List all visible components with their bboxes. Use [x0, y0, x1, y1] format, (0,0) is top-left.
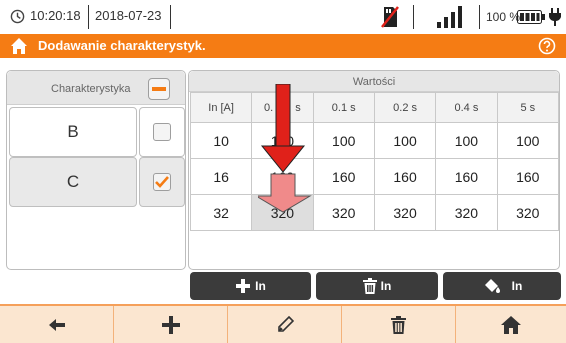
home-icon — [501, 315, 521, 334]
table-header-row: In [A] 0. s 0.1 s 0.2 s 0.4 s 5 s — [189, 92, 560, 123]
pencil-icon — [277, 315, 294, 332]
table-cell[interactable]: 160 — [373, 158, 437, 195]
char-item-c[interactable]: C — [9, 157, 185, 207]
delete-in-button[interactable]: In — [316, 272, 438, 300]
table-row: 32 320 320 320 320 320 — [189, 194, 560, 231]
column-header[interactable]: 0.2 s — [373, 92, 437, 123]
minus-icon — [152, 87, 166, 91]
status-bar: 10:20:18 2018-07-23 100 % — [0, 0, 566, 34]
values-panel: Wartości In [A] 0. s 0.1 s 0.2 s 0.4 s 5 … — [188, 70, 560, 270]
divider — [479, 5, 480, 29]
column-header[interactable]: 0.4 s — [435, 92, 498, 123]
plus-icon — [161, 315, 180, 334]
checkmark-icon — [155, 176, 169, 188]
values-header-label: Wartości — [352, 76, 396, 88]
status-time: 10:20:18 — [30, 8, 81, 23]
trash-icon — [391, 315, 406, 334]
delete-button[interactable] — [342, 306, 455, 343]
home-button[interactable] — [456, 306, 566, 343]
char-item-label[interactable]: B — [9, 107, 137, 157]
table-cell[interactable]: 320 — [312, 194, 375, 231]
fill-in-label: In — [511, 279, 523, 293]
trash-icon — [362, 278, 377, 294]
add-in-button[interactable]: In — [190, 272, 311, 300]
table-cell[interactable]: 320 — [373, 194, 437, 231]
help-icon[interactable] — [538, 37, 556, 55]
plus-icon — [236, 279, 251, 293]
battery-percent: 100 % — [486, 10, 521, 24]
annotation-arrow — [258, 84, 312, 213]
bottom-toolbar — [0, 304, 566, 343]
table-cell[interactable]: 100 — [435, 122, 498, 159]
characteristics-header: Charakterystyka — [7, 71, 185, 105]
characteristics-header-label: Charakterystyka — [51, 83, 131, 95]
table-cell[interactable]: 160 — [312, 158, 375, 195]
char-item-b[interactable]: B — [9, 107, 185, 157]
table-cell[interactable]: 100 — [312, 122, 375, 159]
home-icon[interactable] — [10, 37, 28, 55]
table-cell[interactable]: 160 — [496, 158, 560, 195]
char-item-label[interactable]: C — [9, 157, 137, 207]
divider — [88, 5, 89, 29]
fill-in-button[interactable]: In — [443, 272, 561, 300]
values-header: Wartości — [189, 71, 559, 92]
checkbox-unchecked — [153, 123, 171, 141]
page-title: Dodawanie charakterystyk. — [38, 38, 206, 53]
column-header[interactable]: 0.1 s — [312, 92, 375, 123]
paint-bucket-icon — [484, 279, 500, 293]
column-header[interactable]: 5 s — [496, 92, 560, 123]
back-button[interactable] — [0, 306, 113, 343]
divider — [413, 5, 414, 29]
char-item-checkbox[interactable] — [139, 157, 185, 207]
characteristics-panel: Charakterystyka B C — [6, 70, 186, 270]
back-icon — [48, 318, 65, 331]
table-cell[interactable]: 16 — [189, 158, 253, 195]
values-table: In [A] 0. s 0.1 s 0.2 s 0.4 s 5 s 10 100 … — [189, 92, 560, 231]
table-cell[interactable]: 100 — [496, 122, 560, 159]
table-row: 16 160 160 160 160 160 — [189, 158, 560, 195]
title-bar: Dodawanie charakterystyk. — [0, 34, 566, 58]
table-cell[interactable]: 320 — [435, 194, 498, 231]
add-in-label: In — [255, 279, 266, 293]
column-header[interactable]: In [A] — [189, 92, 253, 123]
divider — [170, 5, 171, 29]
select-all-toggle[interactable] — [148, 78, 170, 100]
add-button[interactable] — [114, 306, 227, 343]
table-cell[interactable]: 100 — [373, 122, 437, 159]
table-cell[interactable]: 160 — [435, 158, 498, 195]
table-cell[interactable]: 320 — [496, 194, 560, 231]
screen: 10:20:18 2018-07-23 100 % Dodawanie char… — [0, 0, 566, 343]
edit-button[interactable] — [228, 306, 341, 343]
delete-in-label: In — [380, 279, 392, 293]
power-plug-icon — [549, 8, 561, 26]
clock-icon — [10, 9, 25, 24]
no-memory-card-icon — [381, 6, 399, 28]
table-cell[interactable]: 10 — [189, 122, 253, 159]
table-cell[interactable]: 32 — [189, 194, 253, 231]
char-item-checkbox[interactable] — [139, 107, 185, 157]
table-row: 10 100 100 100 100 100 — [189, 122, 560, 159]
checkbox-checked — [153, 173, 171, 191]
signal-bars-icon — [437, 6, 462, 28]
status-date: 2018-07-23 — [95, 8, 162, 23]
battery-icon — [517, 10, 545, 24]
